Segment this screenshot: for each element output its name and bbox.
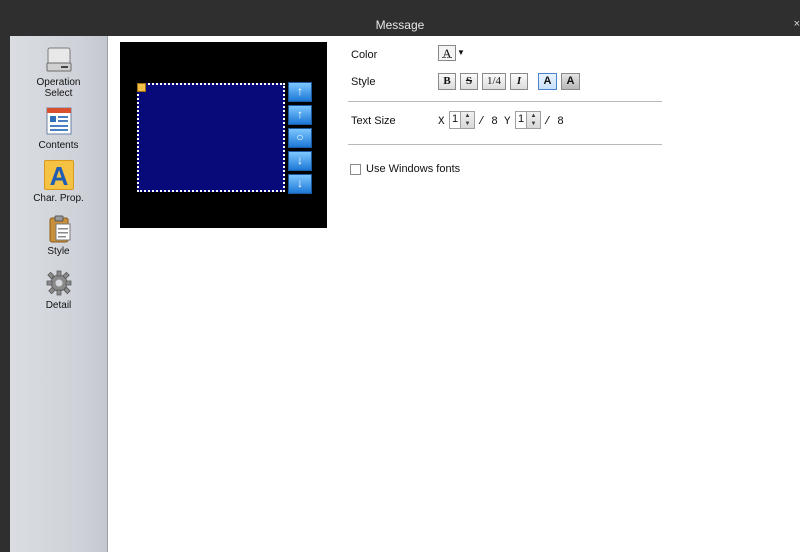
bold-button[interactable]: B [438, 73, 456, 90]
shadow-button[interactable]: S [460, 73, 478, 90]
sidebar-item-label: Style [47, 246, 70, 257]
sidebar-item-contents[interactable]: Contents [10, 106, 107, 151]
arrow-up-icon: ↑ [288, 105, 312, 125]
sidebar-item-label: Select [44, 88, 73, 99]
sidebar-item-char-prop[interactable]: A Char. Prop. [10, 160, 107, 204]
message-preview: ↑ ↑ ○ ↓ ↓ [120, 42, 327, 228]
use-windows-fonts-checkbox[interactable] [350, 164, 361, 175]
contents-icon [44, 106, 74, 136]
color-picker[interactable]: A ▼ [438, 45, 466, 61]
scroll-button-column: ↑ ↑ ○ ↓ ↓ [288, 82, 312, 194]
color-label: Color [351, 49, 378, 61]
x-size-stepper[interactable]: 1 ▲ ▼ [449, 111, 475, 129]
title-bar: Message × [0, 0, 800, 36]
window-frame-left [0, 36, 10, 552]
sidebar-item-label: Contents [38, 140, 79, 151]
sidebar-item-style[interactable]: Style [10, 214, 107, 257]
arrow-top-icon: ↑ [288, 82, 312, 102]
y-size-value: 1 [518, 113, 525, 125]
close-icon[interactable]: × [794, 18, 800, 30]
y-label: Y [504, 116, 511, 128]
color-swatch: A [438, 45, 456, 61]
text-size-label: Text Size [351, 115, 396, 127]
use-windows-fonts-label: Use Windows fonts [366, 163, 461, 175]
quarter-size-button[interactable]: 1/4 [482, 73, 506, 90]
normal-text-button[interactable]: A [538, 73, 557, 90]
x-denominator: / 8 [478, 116, 498, 128]
arrow-down-icon: ↓ [288, 151, 312, 171]
sidebar-item-operation-select[interactable]: Operation Select [10, 44, 107, 99]
outline-text-button[interactable]: A [561, 73, 580, 90]
anchor-icon [137, 83, 146, 92]
preview-screen [137, 83, 285, 192]
chevron-down-icon: ▼ [457, 48, 465, 57]
spin-arrows[interactable]: ▲ ▼ [460, 112, 474, 128]
clipboard-icon [44, 214, 74, 244]
sidebar-item-label: Operation [36, 77, 81, 88]
sidebar: Operation Select Contents A Char. Prop. [10, 36, 108, 552]
style-label: Style [351, 76, 376, 88]
x-size-value: 1 [452, 113, 459, 125]
gear-icon [44, 268, 74, 298]
italic-button[interactable]: I [510, 73, 528, 90]
sidebar-item-label: Detail [45, 300, 72, 311]
drive-icon [44, 44, 74, 74]
letter-a-icon: A [43, 160, 74, 190]
y-size-stepper[interactable]: 1 ▲ ▼ [515, 111, 541, 129]
separator [348, 144, 662, 145]
spin-arrows[interactable]: ▲ ▼ [526, 112, 540, 128]
x-label: X [438, 116, 445, 128]
window-title: Message [375, 18, 425, 32]
sidebar-item-label: Char. Prop. [33, 193, 84, 204]
separator [348, 101, 662, 102]
y-denominator: / 8 [544, 116, 564, 128]
page-down-icon: ↓ [288, 174, 312, 194]
sidebar-item-detail[interactable]: Detail [10, 268, 107, 311]
svg-text:A: A [49, 161, 68, 189]
circle-icon: ○ [288, 128, 312, 148]
